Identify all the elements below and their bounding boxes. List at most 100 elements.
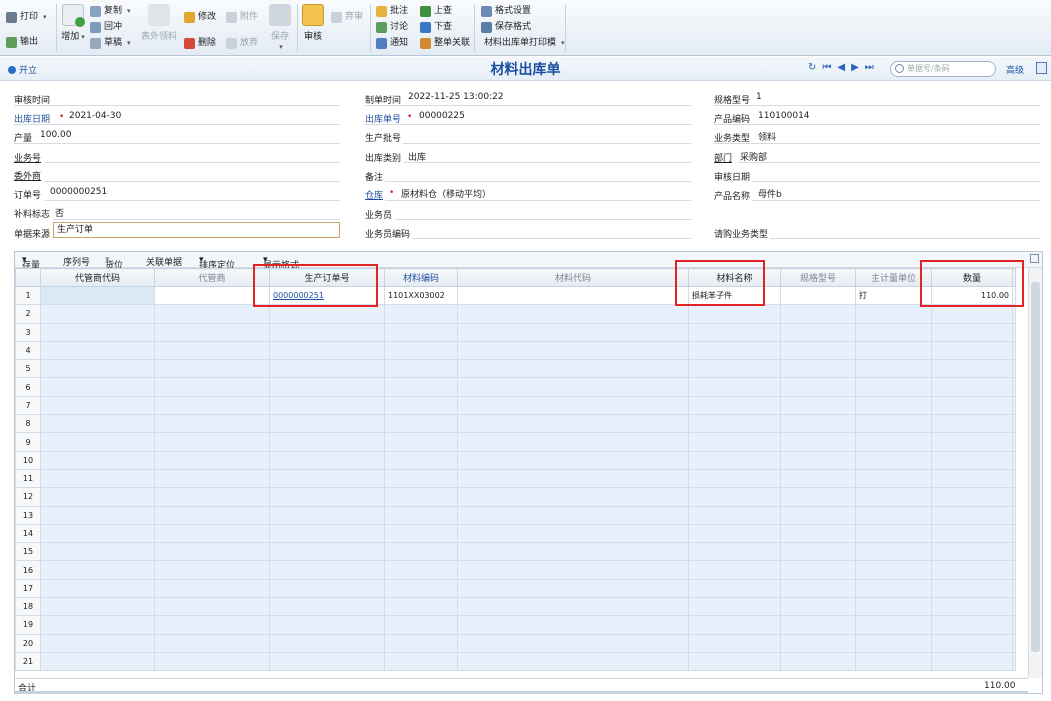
cell-material-alias[interactable] — [457, 505, 689, 525]
cell-agent[interactable] — [154, 395, 270, 416]
cell-quantity[interactable] — [931, 395, 1013, 416]
table-row[interactable]: 5 — [15, 359, 1016, 379]
cell-unit[interactable] — [855, 615, 932, 635]
cell-unit[interactable] — [855, 505, 932, 525]
cell-unit[interactable] — [855, 633, 932, 653]
warehouse-label[interactable]: 仓库 — [365, 188, 383, 201]
cell-material-name[interactable] — [688, 304, 781, 324]
cell-material-alias[interactable] — [457, 395, 689, 416]
cell-production-order[interactable] — [269, 560, 385, 580]
cell-material-code[interactable] — [384, 450, 458, 470]
cell-production-order[interactable]: 0000000251 — [269, 285, 385, 306]
table-row[interactable]: 8 — [15, 414, 1016, 434]
cell-unit[interactable] — [855, 578, 932, 599]
cell-agent-code[interactable] — [40, 340, 155, 361]
cell-agent[interactable] — [154, 468, 270, 489]
cell-material-alias[interactable] — [457, 633, 689, 653]
cell-production-order[interactable] — [269, 523, 385, 544]
cell-production-order[interactable] — [269, 651, 385, 672]
cell-spec[interactable] — [780, 523, 856, 544]
next-record-icon[interactable]: ▶ — [851, 62, 859, 73]
table-row[interactable]: 17 — [15, 578, 1016, 599]
save-button[interactable]: 保存 ▾ — [268, 4, 292, 52]
cell-agent-code[interactable] — [40, 597, 155, 617]
cell-unit[interactable] — [855, 523, 932, 544]
cell-unit[interactable] — [855, 487, 932, 507]
cell-material-name[interactable] — [688, 597, 781, 617]
cell-spec[interactable] — [780, 615, 856, 635]
cell-material-name[interactable] — [688, 450, 781, 470]
cell-material-name[interactable] — [688, 377, 781, 397]
cell-production-order[interactable] — [269, 414, 385, 434]
cell-quantity[interactable] — [931, 468, 1013, 489]
cell-material-code[interactable] — [384, 633, 458, 653]
cell-unit[interactable] — [855, 359, 932, 379]
cell-material-code[interactable] — [384, 651, 458, 672]
cell-unit[interactable] — [855, 340, 932, 361]
cell-spec[interactable] — [780, 377, 856, 397]
cell-material-alias[interactable] — [457, 523, 689, 544]
cell-quantity[interactable] — [931, 359, 1013, 379]
cell-agent-code[interactable] — [40, 542, 155, 562]
cell-material-code[interactable] — [384, 322, 458, 342]
cell-production-order[interactable] — [269, 395, 385, 416]
cell-quantity[interactable] — [931, 560, 1013, 580]
cell-unit[interactable] — [855, 395, 932, 416]
print-button[interactable]: 打印 ▾ — [6, 10, 47, 24]
first-record-icon[interactable]: ⏮ — [822, 62, 831, 73]
cell-production-order[interactable] — [269, 377, 385, 397]
sort-locate-button[interactable]: 排序定位 ▾ — [199, 255, 235, 271]
cell-agent[interactable] — [154, 487, 270, 507]
cell-material-code[interactable] — [384, 395, 458, 416]
cell-agent-code[interactable] — [40, 578, 155, 599]
cell-material-name[interactable] — [688, 578, 781, 599]
cell-agent[interactable] — [154, 377, 270, 397]
cell-unit[interactable] — [855, 414, 932, 434]
cell-material-alias[interactable] — [457, 597, 689, 617]
table-row[interactable]: 20 — [15, 633, 1016, 653]
cell-agent[interactable] — [154, 578, 270, 599]
advanced-search-link[interactable]: 高级 — [1006, 63, 1024, 76]
cell-material-name[interactable] — [688, 359, 781, 379]
cell-spec[interactable] — [780, 359, 856, 379]
table-row[interactable]: 9 — [15, 432, 1016, 452]
save-format-button[interactable]: 保存格式 — [481, 20, 531, 34]
cell-agent-code[interactable] — [40, 359, 155, 379]
cell-material-code[interactable] — [384, 377, 458, 397]
cell-material-code[interactable] — [384, 432, 458, 452]
cell-spec[interactable] — [780, 651, 856, 672]
order-no-field[interactable]: 0000000251 — [50, 187, 107, 197]
col-quantity[interactable]: 数量 — [931, 268, 1013, 287]
revert-button[interactable]: 回冲 — [90, 20, 122, 34]
cell-spec[interactable] — [780, 322, 856, 342]
cell-agent[interactable] — [154, 651, 270, 672]
cell-agent-code[interactable] — [40, 505, 155, 525]
discuss-button[interactable]: 讨论 — [376, 20, 408, 34]
cell-quantity[interactable] — [931, 505, 1013, 525]
cell-material-alias[interactable] — [457, 542, 689, 562]
cell-spec[interactable] — [780, 468, 856, 489]
attach-button[interactable]: 附件 — [226, 10, 258, 24]
cell-quantity[interactable] — [931, 633, 1013, 653]
cell-quantity[interactable] — [931, 450, 1013, 470]
cell-material-name[interactable] — [688, 560, 781, 580]
col-agent-code[interactable]: 代管商代码 — [40, 268, 155, 287]
cell-material-name[interactable] — [688, 432, 781, 452]
table-row[interactable]: 2 — [15, 304, 1016, 324]
cell-agent[interactable] — [154, 542, 270, 562]
cell-unit[interactable] — [855, 450, 932, 470]
col-spec[interactable]: 规格型号 — [780, 268, 856, 287]
export-button[interactable]: 输出 — [6, 35, 38, 49]
draft-button[interactable]: 草稿 ▾ — [90, 36, 131, 50]
cell-agent[interactable] — [154, 633, 270, 653]
cell-spec[interactable] — [780, 633, 856, 653]
cell-spec[interactable] — [780, 414, 856, 434]
cell-material-code[interactable] — [384, 304, 458, 324]
cell-agent-code[interactable] — [40, 395, 155, 416]
table-row[interactable]: 3 — [15, 322, 1016, 342]
location-button[interactable]: 货位 ▾ — [105, 255, 123, 271]
cell-material-alias[interactable] — [457, 615, 689, 635]
cell-production-order[interactable] — [269, 322, 385, 342]
vertical-scrollbar[interactable] — [1028, 268, 1042, 678]
cell-material-alias[interactable] — [457, 432, 689, 452]
